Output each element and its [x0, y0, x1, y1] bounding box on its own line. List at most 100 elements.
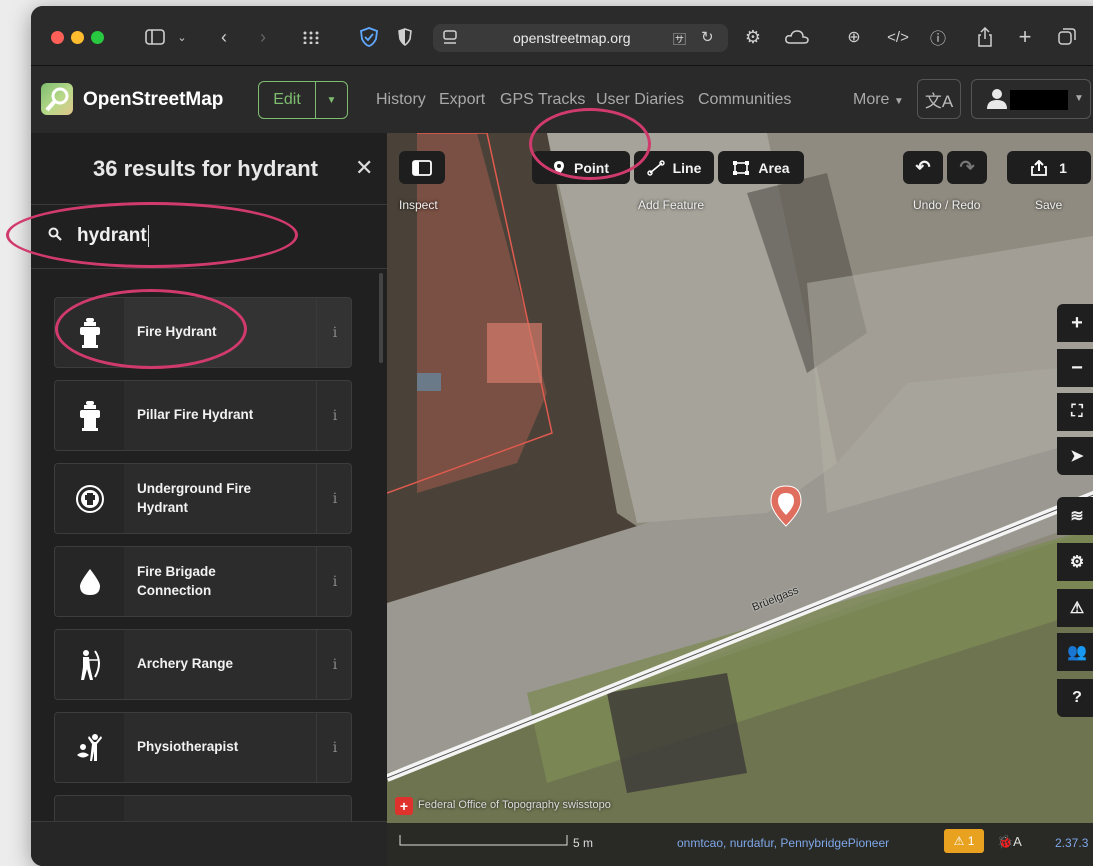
undo-redo-label: Undo / Redo	[913, 198, 981, 212]
cloud-icon[interactable]	[783, 24, 811, 50]
user-settings-icon: 👥	[1067, 644, 1087, 661]
warning-icon: ⚠	[1069, 600, 1085, 617]
map-view[interactable]: Brüelgass Inspect Point Line Area Add Fe…	[387, 133, 1093, 866]
nav-export[interactable]: Export	[439, 91, 485, 109]
contributors-list[interactable]: onmtcao, nurdafur, PennybridgePioneer	[677, 836, 889, 850]
edit-dropdown-button[interactable]: ▼	[316, 82, 347, 118]
back-icon[interactable]: ‹	[214, 24, 234, 50]
reload-icon[interactable]: ↻	[701, 28, 714, 46]
zoom-in-button[interactable]: +	[1057, 304, 1093, 342]
search-input[interactable]: hydrant	[77, 225, 149, 247]
translate-icon[interactable]: 🈂	[673, 29, 686, 48]
language-button[interactable]: 文A	[917, 79, 961, 119]
result-label: Fire Hydrant	[137, 324, 217, 340]
pillar-hydrant-icon	[55, 381, 124, 450]
user-menu[interactable]: ▼	[971, 79, 1091, 119]
address-bar[interactable]: openstreetmap.org 🈂 ↻	[433, 24, 728, 52]
scale-bar	[399, 835, 568, 846]
info-icon[interactable]: i	[316, 381, 351, 450]
background-button[interactable]: ≋	[1057, 497, 1093, 535]
add-area-button[interactable]: Area	[718, 151, 804, 184]
search-field[interactable]: hydrant	[31, 205, 387, 269]
user-avatar-icon	[987, 89, 1007, 109]
zoom-window-button[interactable]	[91, 31, 104, 44]
list-item[interactable]: Pillar Fire Hydrant i	[54, 380, 352, 451]
settings-icon[interactable]: ⚙	[741, 24, 765, 50]
url-text: openstreetmap.org	[513, 30, 631, 46]
map-data-button[interactable]: ⚙	[1057, 543, 1093, 581]
site-header: OpenStreetMap Edit ▼ History Export GPS …	[31, 66, 1093, 133]
nav-history[interactable]: History	[376, 91, 426, 109]
list-item[interactable]: Fire Brigade Connection i	[54, 546, 352, 617]
line-icon	[646, 159, 665, 176]
osm-logo-icon[interactable]	[41, 83, 73, 115]
list-item[interactable]: Underground Fire Hydrant i	[54, 463, 352, 534]
nav-user-diaries[interactable]: User Diaries	[596, 91, 684, 109]
geolocate-button[interactable]: ➤	[1057, 437, 1093, 475]
water-drop-icon	[55, 547, 124, 616]
upload-icon	[1031, 159, 1047, 176]
chevron-down-icon[interactable]: ⌄	[175, 24, 189, 50]
physio-icon	[55, 713, 124, 782]
nav-communities[interactable]: Communities	[698, 91, 791, 109]
undo-icon: ↶	[915, 157, 931, 177]
zoom-to-selection-button[interactable]: ⛶	[1057, 393, 1093, 431]
download-icon[interactable]: ⊕	[843, 24, 865, 50]
shield-icon[interactable]	[358, 24, 380, 50]
issues-button[interactable]: ⚠	[1057, 589, 1093, 627]
fire-hydrant-icon	[55, 298, 124, 367]
sidebar-icon[interactable]	[141, 24, 169, 50]
close-window-button[interactable]	[51, 31, 64, 44]
bug-report-icon[interactable]: 🐞A	[997, 834, 1022, 850]
result-label: Archery Range	[137, 656, 234, 672]
info-icon[interactable]: i	[316, 630, 351, 699]
grid-icon[interactable]	[299, 24, 323, 50]
share-icon[interactable]	[975, 24, 995, 50]
list-item[interactable]: Fire Hydrant i	[54, 297, 352, 368]
forward-icon[interactable]: ›	[253, 24, 273, 50]
minimize-window-button[interactable]	[71, 31, 84, 44]
inspect-button[interactable]	[399, 151, 445, 184]
translate-icon: 文A	[924, 91, 954, 111]
help-button[interactable]: ?	[1057, 679, 1093, 717]
redo-button[interactable]: ↷	[947, 151, 987, 184]
swiss-flag-icon: +	[395, 797, 413, 815]
close-icon[interactable]: ✕	[355, 155, 373, 181]
list-item[interactable]: Archery Range i	[54, 629, 352, 700]
edit-button[interactable]: Edit	[259, 82, 316, 118]
result-label: Physiotherapist	[137, 739, 239, 755]
edit-button-group: Edit ▼	[258, 81, 348, 119]
new-tab-icon[interactable]: +	[1015, 24, 1035, 50]
version-label[interactable]: 2.37.3	[1055, 836, 1088, 850]
save-button[interactable]: 1	[1007, 151, 1091, 184]
info-icon[interactable]: ⓘ	[927, 24, 949, 50]
privacy-icon[interactable]	[395, 24, 415, 50]
info-icon[interactable]: i	[316, 298, 351, 367]
archer-icon	[55, 630, 124, 699]
browser-toolbar: ⌄ ‹ › openstreetmap.org 🈂 ↻ ⚙ ⊕ </> ⓘ +	[31, 6, 1093, 66]
tabs-icon[interactable]	[1057, 24, 1077, 50]
add-feature-label: Add Feature	[638, 198, 705, 212]
preferences-button[interactable]: 👥	[1057, 633, 1093, 671]
more-menu[interactable]: More ▼	[853, 91, 904, 109]
info-icon[interactable]: i	[316, 713, 351, 782]
code-icon[interactable]: </>	[885, 24, 911, 50]
save-count: 1	[1059, 159, 1067, 176]
browser-window: ⌄ ‹ › openstreetmap.org 🈂 ↻ ⚙ ⊕ </> ⓘ + …	[31, 6, 1093, 866]
issues-badge[interactable]: ⚠ 1	[944, 829, 984, 853]
selected-point-marker[interactable]	[769, 485, 803, 527]
info-icon[interactable]: i	[316, 547, 351, 616]
list-item[interactable]: Physiotherapist i	[54, 712, 352, 783]
imagery-attribution[interactable]: Federal Office of Topography swisstopo	[418, 799, 611, 811]
results-scrollbar[interactable]	[379, 273, 383, 363]
add-line-button[interactable]: Line	[634, 151, 714, 184]
add-point-button[interactable]: Point	[532, 151, 630, 184]
scale-label: 5 m	[573, 836, 594, 850]
nav-gps-tracks[interactable]: GPS Tracks	[500, 91, 585, 109]
info-icon[interactable]: i	[316, 464, 351, 533]
issues-count: 1	[967, 834, 975, 848]
brand-name[interactable]: OpenStreetMap	[83, 89, 223, 111]
undo-button[interactable]: ↶	[903, 151, 943, 184]
zoom-out-button[interactable]: −	[1057, 349, 1093, 387]
caret-down-icon: ▼	[893, 96, 904, 107]
